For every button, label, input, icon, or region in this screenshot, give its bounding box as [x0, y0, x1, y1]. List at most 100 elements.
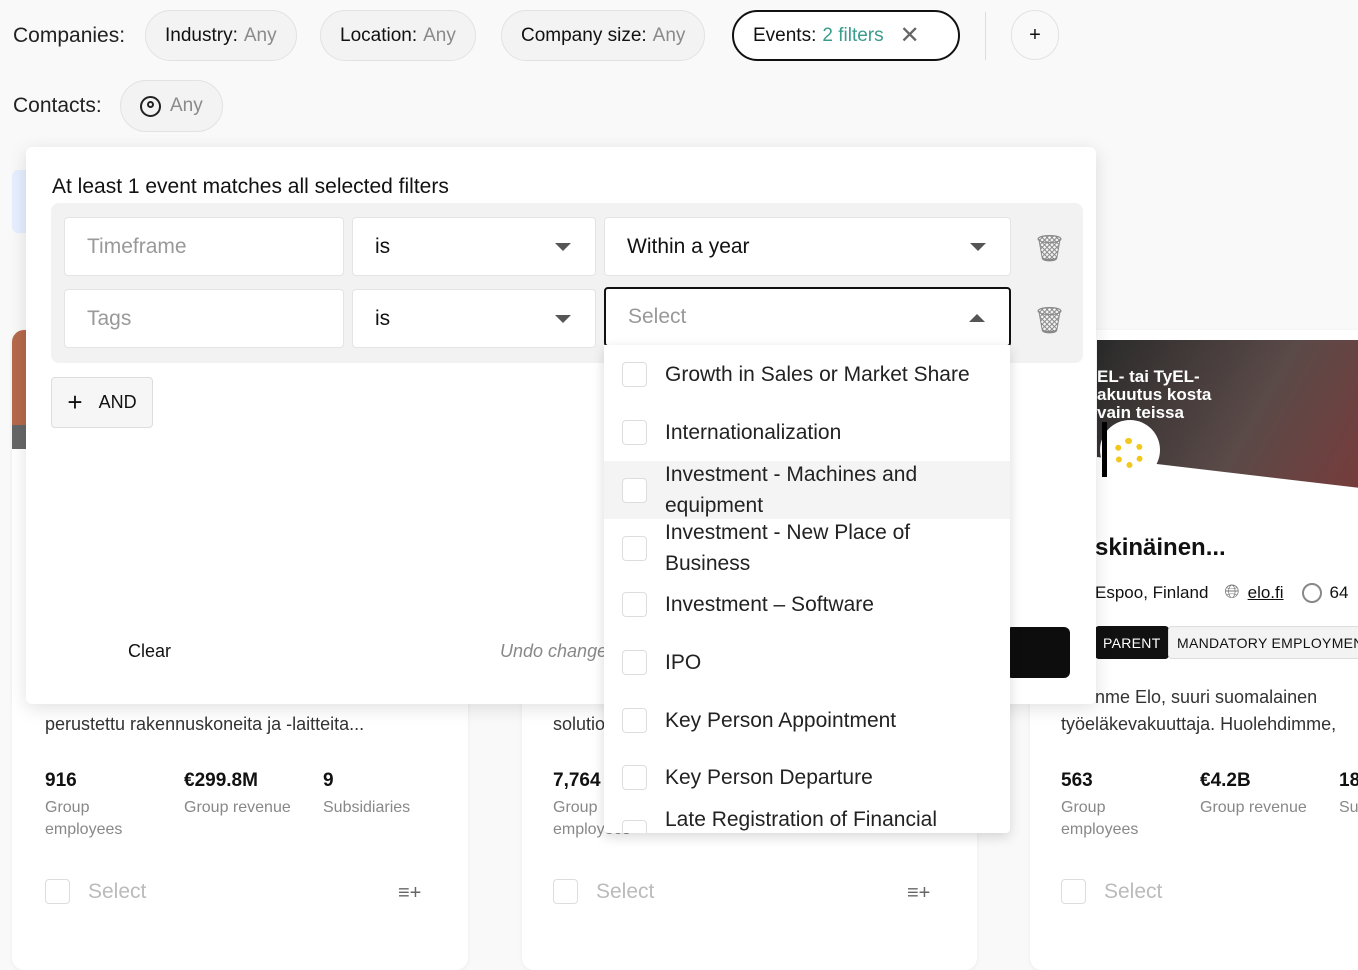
option-label: Investment – Software — [665, 593, 874, 616]
dropdown-option[interactable]: Key Person Departure — [604, 762, 1010, 793]
card-select[interactable]: Select — [553, 879, 654, 904]
and-label: AND — [98, 392, 137, 412]
checkbox[interactable] — [622, 362, 647, 387]
trash-icon[interactable]: 🗑︎ — [1033, 305, 1066, 336]
tags-value-select[interactable]: Select — [604, 287, 1011, 347]
option-label: Key Person Departure — [665, 766, 873, 789]
operator-select[interactable]: is — [352, 289, 596, 348]
chip-value: Any — [170, 95, 203, 116]
checkbox[interactable] — [622, 820, 647, 833]
location: Espoo, Finland — [1095, 583, 1209, 602]
industry-filter-chip[interactable]: Industry: Any — [145, 10, 297, 61]
chevron-down-icon — [555, 315, 571, 323]
select-value: Within a year — [627, 234, 750, 258]
operator-value: is — [375, 306, 391, 330]
operator-value: is — [375, 234, 391, 258]
trash-icon[interactable]: 🗑︎ — [1033, 233, 1066, 264]
card-description: solutio — [553, 714, 606, 734]
stat-value: 9 — [323, 770, 334, 791]
panel-title: At least 1 event matches all selected fi… — [52, 175, 449, 198]
card-description: perustettu rakennuskoneita ja -laitteita… — [45, 714, 365, 734]
clear-button[interactable]: Clear — [128, 641, 171, 662]
option-label: Key Person Appointment — [665, 709, 897, 732]
tag-parent: PARENT — [1095, 626, 1169, 659]
tags-field[interactable]: Tags — [64, 289, 344, 348]
stat-value: 7,764 — [553, 770, 601, 791]
location-filter-chip[interactable]: Location: Any — [320, 10, 476, 61]
dropdown-option[interactable]: Growth in Sales or Market Share — [604, 359, 1010, 390]
option-label: Growth in Sales or Market Share — [665, 363, 970, 386]
timeframe-value-select[interactable]: Within a year — [604, 217, 1011, 276]
add-and-button[interactable]: + AND — [51, 377, 153, 428]
option-label: Late Registration of Financial — [665, 808, 937, 831]
card-select[interactable]: Select — [1061, 879, 1162, 904]
company-meta: Espoo, Finland 🌐︎ elo.fi 64 — [1095, 582, 1348, 604]
user-circle-icon — [1301, 583, 1322, 603]
plus-icon: + — [67, 387, 83, 417]
website-link[interactable]: elo.fi — [1248, 583, 1284, 603]
stat-label: Su — [1339, 799, 1358, 816]
stat-value: 563 — [1061, 770, 1093, 791]
dropdown-option[interactable]: Investment - New Place of Business — [604, 517, 1010, 579]
events-filter-chip[interactable]: Events: 2 filters ✕ — [732, 10, 960, 61]
company-size-filter-chip[interactable]: Company size: Any — [501, 10, 706, 61]
stat-value: €299.8M — [184, 770, 258, 791]
companies-label: Companies: — [13, 24, 126, 47]
checkbox[interactable] — [622, 535, 647, 561]
checkbox[interactable] — [622, 708, 647, 733]
chip-key: Location: — [340, 24, 418, 46]
checkbox[interactable] — [622, 420, 647, 445]
add-to-list-icon[interactable]: ≡+ — [398, 882, 421, 905]
apply-button[interactable] — [1006, 627, 1070, 678]
globe-icon: 🌐︎ — [1224, 582, 1240, 603]
select-label: Select — [596, 879, 655, 903]
chip-value: Any — [423, 24, 456, 46]
checkbox[interactable] — [45, 879, 70, 904]
stat-value: 18 — [1339, 770, 1358, 791]
option-label: IPO — [665, 651, 702, 674]
chevron-down-icon — [970, 243, 986, 251]
dropdown-option[interactable]: Key Person Appointment — [604, 705, 1010, 736]
company-logo — [1100, 420, 1160, 480]
chevron-up-icon — [969, 314, 985, 322]
chip-value: Any — [652, 24, 686, 46]
option-label: Investment - New Place of Business — [665, 521, 911, 575]
select-placeholder: Select — [628, 305, 687, 328]
dropdown-option[interactable]: Investment – Software — [604, 589, 1010, 620]
checkbox[interactable] — [622, 765, 647, 790]
tag-mandatory-employment: MANDATORY EMPLOYMENT — [1168, 626, 1358, 659]
timeframe-field[interactable]: Timeframe — [64, 217, 344, 276]
stat-value: €4.2B — [1200, 770, 1251, 791]
banner-text: EL- tai TyEL- akuutus kosta vain teissa — [1097, 367, 1212, 422]
checkbox[interactable] — [622, 650, 647, 675]
select-label: Select — [1104, 879, 1163, 903]
stat-label: Group revenue — [184, 799, 291, 816]
dropdown-option[interactable]: Late Registration of Financial — [604, 804, 1010, 833]
close-icon[interactable]: ✕ — [900, 21, 920, 50]
chip-key: Industry: — [165, 24, 238, 46]
checkbox[interactable] — [1061, 879, 1086, 904]
chevron-down-icon — [555, 243, 571, 251]
contacts-label: Contacts: — [13, 94, 102, 117]
chip-key: Events: — [753, 24, 817, 46]
company-name[interactable]: skinäinen... — [1095, 534, 1226, 562]
add-to-list-icon[interactable]: ≡+ — [907, 882, 930, 905]
checkbox[interactable] — [622, 592, 647, 617]
dropdown-option[interactable]: Investment - Machines and equipment — [604, 461, 1010, 519]
card-description: työeläkevakuuttaja. Huolehdimme, — [1061, 714, 1337, 734]
dropdown-option[interactable]: Internationalization — [604, 417, 1010, 448]
undo-changes-button[interactable]: Undo changes — [500, 641, 616, 662]
card-select[interactable]: Select — [45, 879, 146, 904]
stat-label: Group employees — [45, 799, 123, 838]
operator-select[interactable]: is — [352, 217, 596, 276]
add-filter-button[interactable]: + — [1011, 10, 1059, 60]
select-label: Select — [88, 879, 147, 903]
chip-key: Company size: — [521, 24, 647, 46]
checkbox[interactable] — [553, 879, 578, 904]
checkbox[interactable] — [622, 477, 647, 503]
divider — [985, 12, 986, 60]
stat-label: Group employees — [1061, 799, 1139, 838]
dropdown-option[interactable]: IPO — [604, 647, 1010, 678]
chip-value: Any — [243, 24, 277, 46]
contacts-filter-chip[interactable]: Any — [120, 80, 223, 132]
